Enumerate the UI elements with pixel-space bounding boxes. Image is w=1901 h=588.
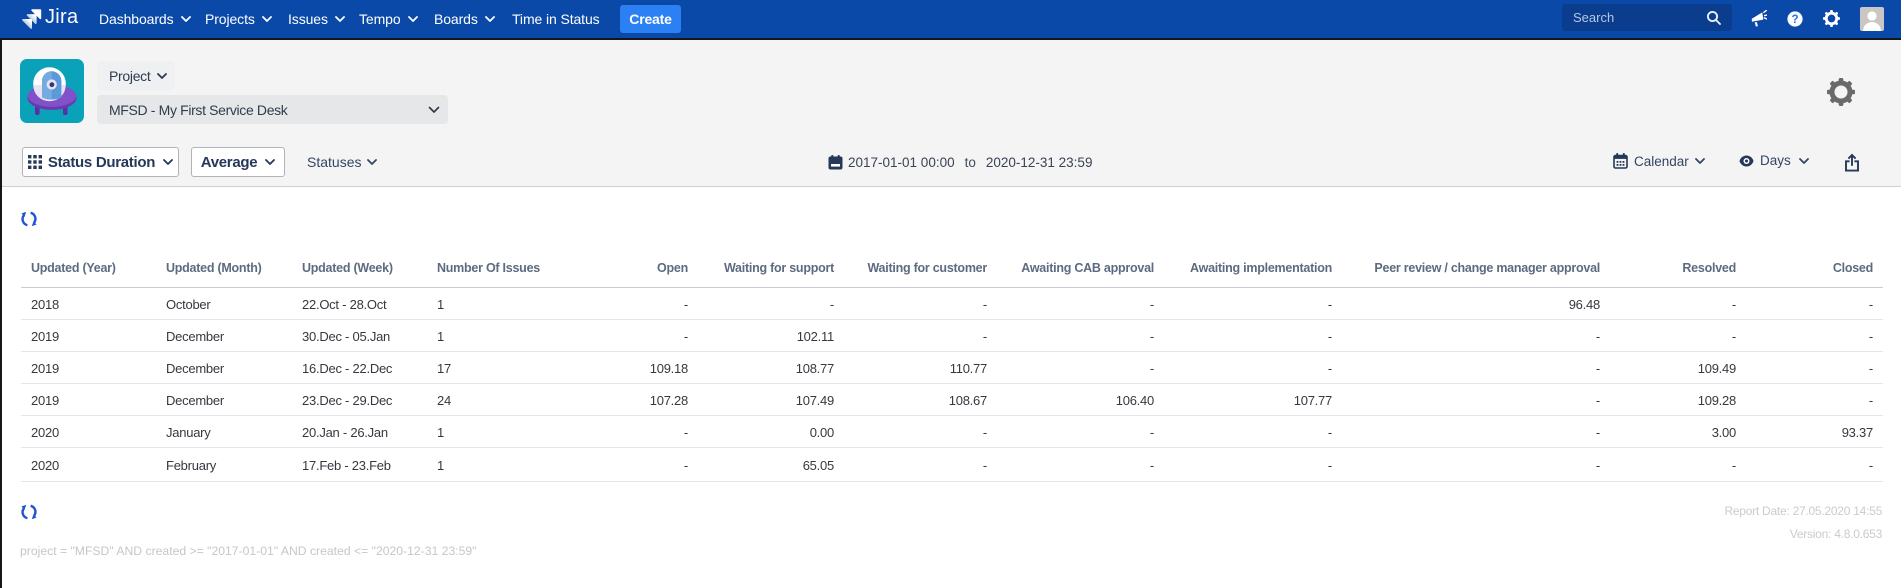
svg-text:?: ? [1791, 14, 1798, 26]
